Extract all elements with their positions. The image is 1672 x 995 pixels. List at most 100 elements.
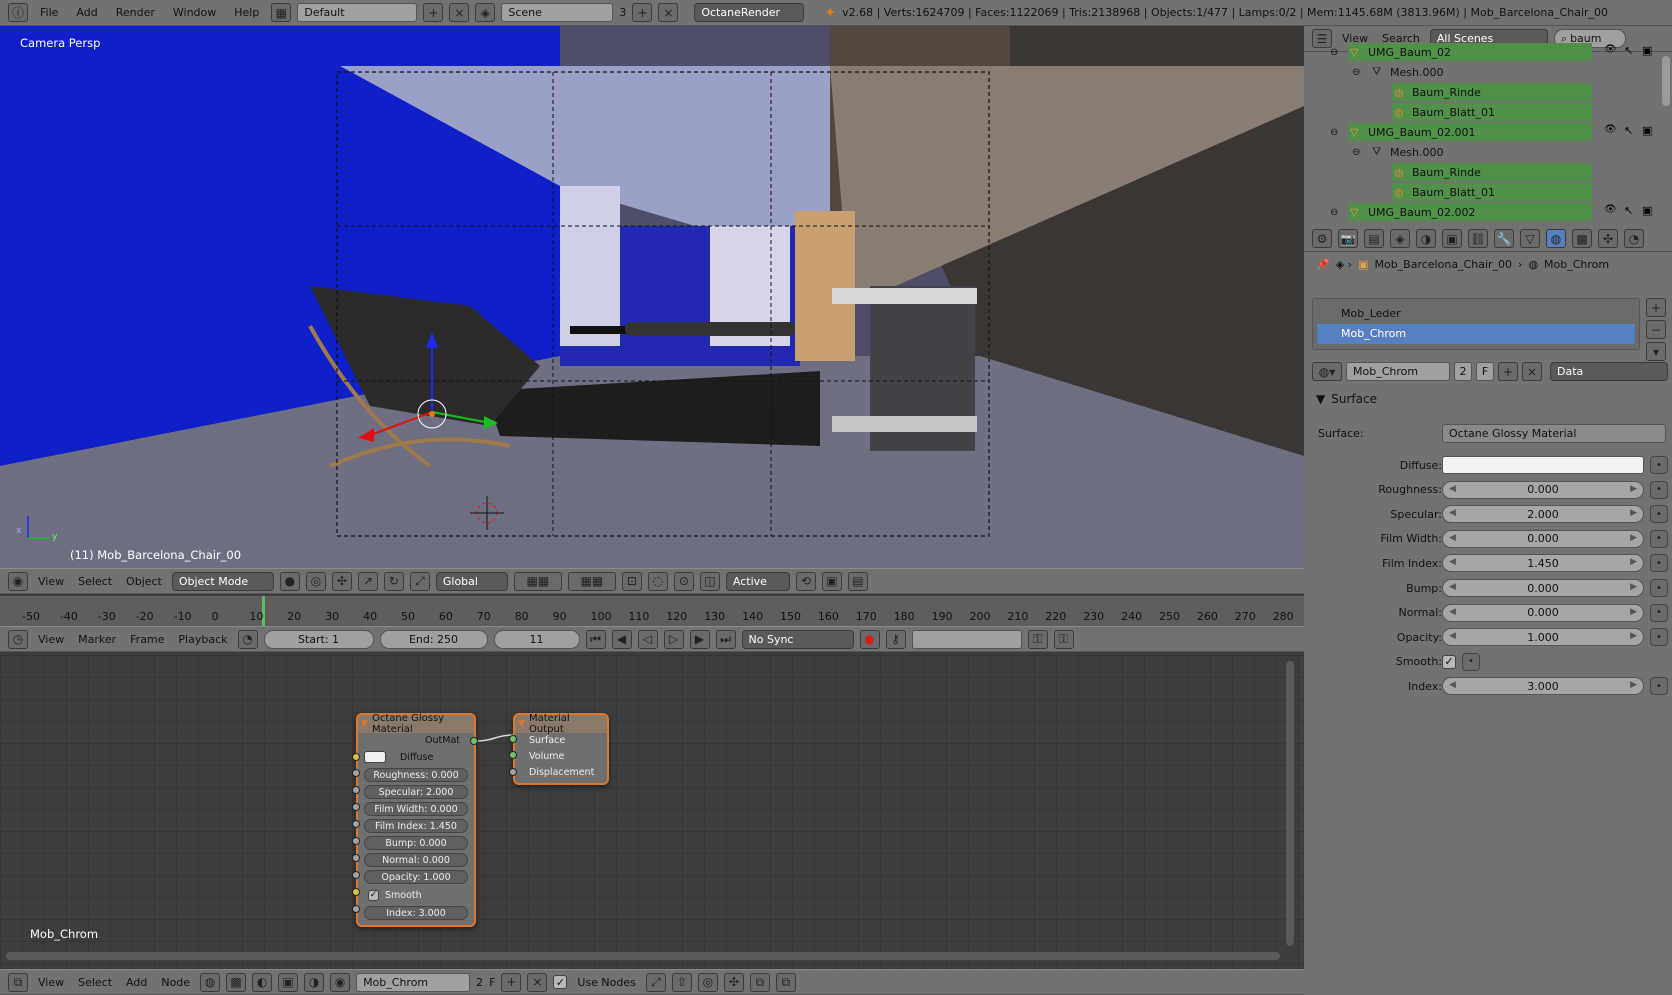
outliner-row[interactable]: ◍ Baum_Blatt_01 bbox=[1304, 102, 1592, 122]
property-number-field[interactable]: ◀ 0.000 ▶ bbox=[1442, 603, 1644, 622]
outliner-row[interactable]: ◍ Baum_Rinde bbox=[1304, 82, 1592, 102]
scene-field[interactable]: Scene bbox=[501, 3, 614, 22]
material-slot-item-selected[interactable]: Mob_Chrom bbox=[1317, 324, 1635, 344]
horizontal-scrollbar[interactable] bbox=[6, 952, 1280, 960]
increment-arrow-icon[interactable]: ▶ bbox=[1630, 533, 1637, 543]
decrement-arrow-icon[interactable]: ◀ bbox=[1449, 508, 1456, 518]
node-snap-icon[interactable]: ⤢ bbox=[645, 972, 666, 992]
renderable-camera-icon[interactable]: ▣ bbox=[1642, 44, 1652, 57]
outliner-scrollbar[interactable] bbox=[1662, 56, 1670, 106]
start-frame-field[interactable]: Start: 1 bbox=[263, 629, 374, 649]
node-opacity-field[interactable]: Opacity: 1.000 bbox=[364, 870, 468, 884]
increment-arrow-icon[interactable]: ▶ bbox=[1630, 607, 1637, 617]
slot-specials-icon[interactable]: ▾ bbox=[1646, 342, 1666, 361]
property-link-icon[interactable]: • bbox=[1650, 480, 1668, 499]
property-number-field[interactable]: ◀ 2.000 ▶ bbox=[1442, 505, 1644, 524]
decrement-arrow-icon[interactable]: ◀ bbox=[1449, 582, 1456, 592]
surface-panel-header[interactable]: ▼ Surface bbox=[1316, 392, 1377, 406]
increment-arrow-icon[interactable]: ▶ bbox=[1630, 680, 1637, 690]
property-number-field[interactable]: ◀ 0.000 ▶ bbox=[1442, 480, 1644, 499]
play-reverse-icon[interactable]: ◁ bbox=[637, 629, 658, 649]
material-browse-props-icon[interactable]: ◍▾ bbox=[1312, 362, 1342, 381]
node-specular-field[interactable]: Specular: 2.000 bbox=[364, 785, 468, 799]
visibility-eye-icon[interactable]: 👁 bbox=[1604, 124, 1617, 135]
renderable-camera-icon[interactable]: ▣ bbox=[1642, 204, 1652, 217]
smooth-link-icon[interactable]: • bbox=[1462, 652, 1480, 671]
help-menu[interactable]: Help bbox=[228, 6, 265, 19]
node-smooth-checkbox[interactable]: ✓ bbox=[368, 889, 379, 901]
node-view-menu[interactable]: View bbox=[34, 976, 68, 989]
node-film-width-field[interactable]: Film Width: 0.000 bbox=[364, 802, 468, 816]
node-bump-field[interactable]: Bump: 0.000 bbox=[364, 836, 468, 850]
layout-add-icon[interactable]: + bbox=[423, 3, 444, 22]
remove-slot-icon[interactable]: − bbox=[1646, 320, 1666, 339]
render-anim-icon[interactable]: ▤ bbox=[847, 571, 868, 591]
collapse-arrow-icon[interactable]: ▼ bbox=[361, 719, 368, 729]
pin-icon[interactable]: 📌 bbox=[1316, 258, 1330, 271]
property-link-icon[interactable]: • bbox=[1650, 579, 1668, 597]
material-name-field[interactable]: Mob_Chrom bbox=[1346, 362, 1450, 381]
editor-type-3d-icon[interactable]: ◉ bbox=[8, 571, 28, 591]
tab-modifiers-icon[interactable]: 🔧 bbox=[1494, 229, 1514, 248]
property-link-icon[interactable]: • bbox=[1650, 677, 1668, 696]
material-slot-item[interactable]: Mob_Leder bbox=[1313, 304, 1639, 324]
outliner-row[interactable]: ◍ Baum_Rinde bbox=[1304, 162, 1592, 182]
decrement-arrow-icon[interactable]: ◀ bbox=[1449, 631, 1456, 641]
tab-constraints-icon[interactable]: ⛓ bbox=[1468, 229, 1488, 248]
keying-set-icon[interactable]: ⚷ bbox=[885, 629, 906, 649]
fake-user-toggle[interactable]: F bbox=[1476, 362, 1494, 381]
node-parent-icon[interactable]: ⇧ bbox=[671, 972, 692, 992]
expand-toggle-icon[interactable]: ⊖ bbox=[1330, 47, 1338, 58]
node-film-index-field[interactable]: Film Index: 1.450 bbox=[364, 819, 468, 833]
use-preview-range-icon[interactable]: ◔ bbox=[237, 629, 258, 649]
proportional-icon[interactable]: ◌ bbox=[647, 571, 668, 591]
manipulator-icon[interactable]: ✣ bbox=[331, 571, 352, 591]
pivot-icon[interactable]: ◎ bbox=[305, 571, 326, 591]
node-menu[interactable]: Node bbox=[157, 976, 194, 989]
outliner-row[interactable]: ⊖ ▽ UMG_Baum_02.002 bbox=[1304, 202, 1592, 222]
select-menu[interactable]: Select bbox=[74, 575, 116, 588]
render-engine-select[interactable]: OctaneRender bbox=[694, 3, 805, 22]
tab-data-icon[interactable]: ▽ bbox=[1520, 229, 1540, 248]
world-icon[interactable]: ◑ bbox=[304, 972, 325, 992]
snap-target-select[interactable]: Active bbox=[725, 571, 790, 591]
compositing-nodes-icon[interactable]: ◐ bbox=[252, 972, 273, 992]
normal-socket[interactable] bbox=[352, 854, 360, 862]
view-menu[interactable]: View bbox=[34, 575, 68, 588]
outliner-row[interactable]: ⊖ ⛛ Mesh.000 bbox=[1304, 142, 1592, 162]
jump-key-forward-icon[interactable]: ▶ bbox=[689, 629, 710, 649]
layout-remove-icon[interactable]: × bbox=[449, 3, 470, 22]
tab-layers-icon[interactable]: ▤ bbox=[1364, 229, 1384, 248]
tab-object-icon[interactable]: ▣ bbox=[1442, 229, 1462, 248]
layers-icon[interactable]: ▦▦ bbox=[513, 571, 562, 591]
decrement-arrow-icon[interactable]: ◀ bbox=[1449, 607, 1456, 617]
outmat-socket[interactable] bbox=[470, 737, 478, 745]
tab-world-icon[interactable]: ◑ bbox=[1416, 229, 1436, 248]
film-width-socket[interactable] bbox=[352, 803, 360, 811]
property-number-field[interactable]: ◀ 3.000 ▶ bbox=[1442, 677, 1644, 696]
property-number-field[interactable]: ◀ 1.450 ▶ bbox=[1442, 554, 1644, 573]
property-number-field[interactable]: ◀ 1.000 ▶ bbox=[1442, 628, 1644, 647]
output-collapse-arrow-icon[interactable]: ▼ bbox=[518, 719, 525, 729]
shader-nodes-icon[interactable]: ◍ bbox=[200, 972, 221, 992]
scene-icon[interactable]: ◈ bbox=[475, 3, 496, 22]
editor-type-properties-icon[interactable]: ⚙ bbox=[1312, 229, 1332, 248]
outliner-row[interactable]: ◍ Baum_Blatt_01 bbox=[1304, 182, 1592, 202]
link-select[interactable]: Data bbox=[1550, 362, 1668, 381]
node-editor[interactable]: ▼ Octane Glossy Material OutMat Diffuse … bbox=[0, 655, 1304, 970]
new-material-icon[interactable]: + bbox=[1498, 362, 1518, 381]
rotate-icon[interactable]: ↻ bbox=[383, 571, 404, 591]
editor-type-node-icon[interactable]: ⧉ bbox=[8, 972, 28, 992]
layers-2-icon[interactable]: ▦▦ bbox=[567, 571, 616, 591]
add-slot-icon[interactable]: + bbox=[1646, 298, 1666, 317]
tab-render-icon[interactable]: 📷 bbox=[1338, 229, 1358, 248]
expand-toggle-icon[interactable]: ⊖ bbox=[1352, 67, 1360, 78]
smooth-socket[interactable] bbox=[352, 888, 360, 896]
translate-icon[interactable]: ↗ bbox=[357, 571, 378, 591]
window-menu[interactable]: Window bbox=[167, 6, 222, 19]
octane-glossy-node[interactable]: ▼ Octane Glossy Material OutMat Diffuse … bbox=[356, 713, 476, 927]
property-link-icon[interactable]: • bbox=[1650, 505, 1668, 524]
increment-arrow-icon[interactable]: ▶ bbox=[1630, 508, 1637, 518]
diffuse-socket[interactable] bbox=[352, 753, 360, 761]
bump-socket[interactable] bbox=[352, 837, 360, 845]
